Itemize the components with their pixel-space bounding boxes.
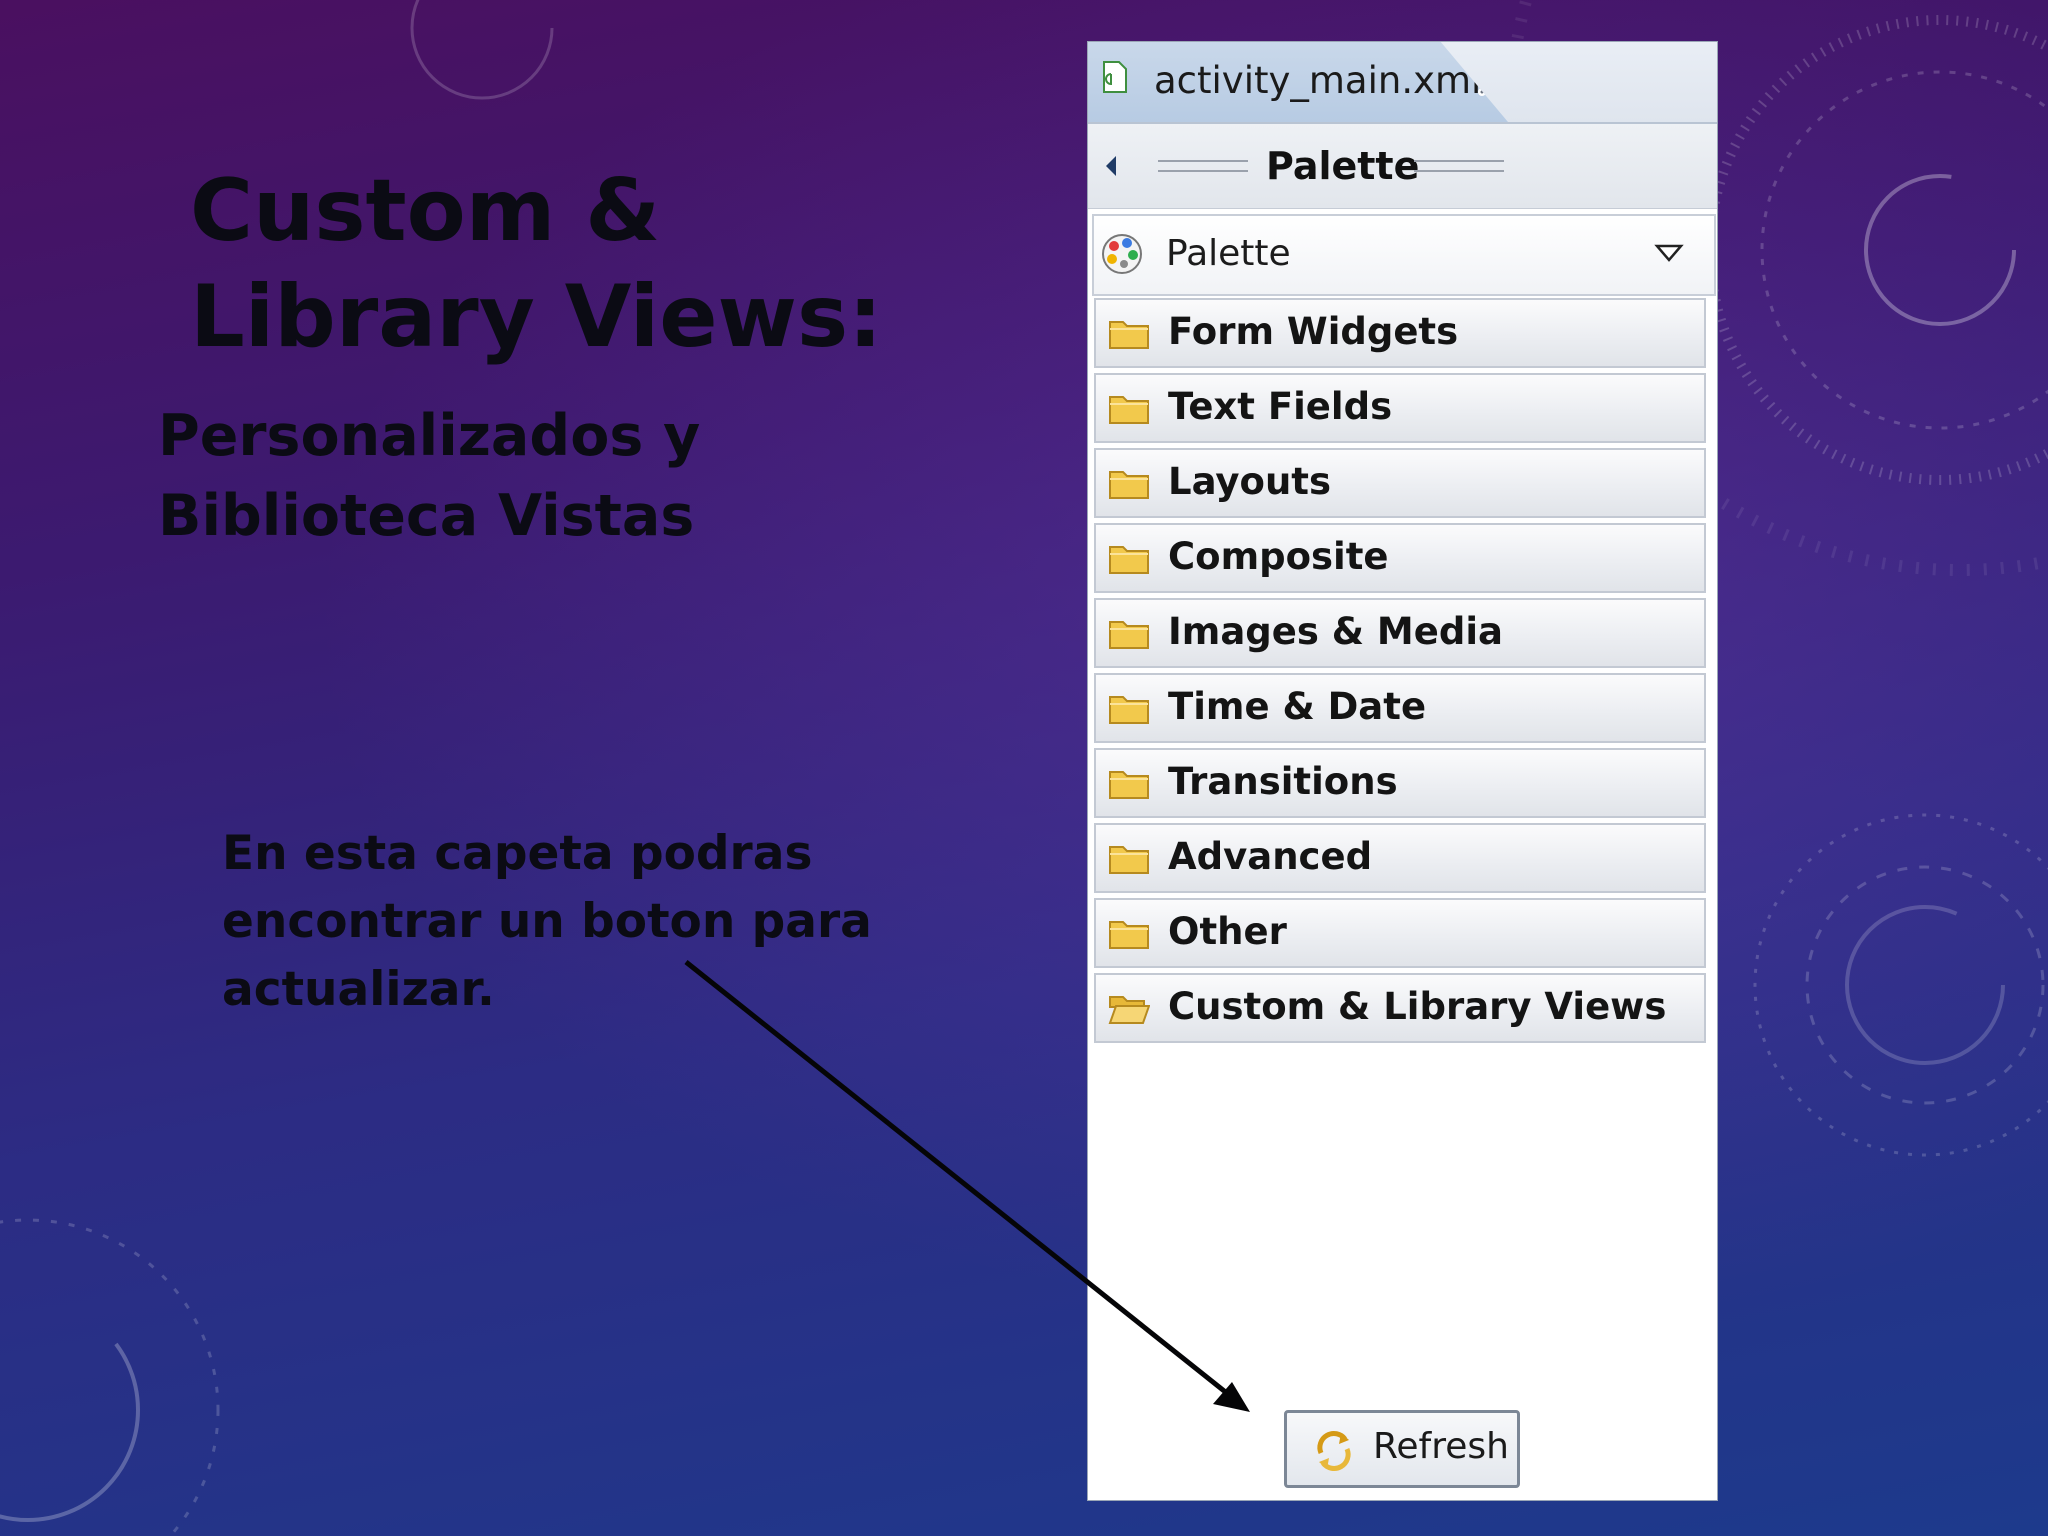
callout-arrow [684,960,1250,1412]
callout-arrow-line [684,960,1240,1404]
